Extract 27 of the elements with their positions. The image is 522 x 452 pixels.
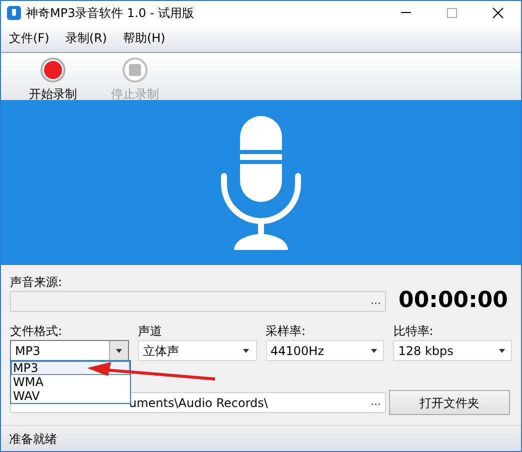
toolbar-button[interactable]: 开始录制	[29, 85, 77, 103]
window-title: 神奇MP3录音软件 1.0 - 试用版	[26, 4, 194, 22]
dropdown[interactable]: 立体声	[138, 340, 256, 361]
record-icon	[40, 57, 66, 83]
status-text: 准备就绪	[9, 430, 57, 448]
menu-item[interactable]: 帮助(H)	[122, 29, 166, 47]
open-folder-button[interactable]: 打开文件夹	[389, 390, 510, 415]
dropdown[interactable]: 44100Hz	[266, 340, 384, 361]
field-label: 比特率:	[393, 323, 434, 338]
field-label: 声道	[138, 323, 163, 338]
caret-icon	[370, 348, 377, 352]
field-label: 文件格式:	[10, 323, 64, 338]
caret-icon	[498, 348, 504, 352]
dropdown[interactable]: MP3	[10, 340, 129, 361]
timer: 00:00:00	[398, 290, 508, 312]
stop-icon	[122, 57, 148, 83]
field-label: 采样率:	[266, 323, 307, 338]
dropdown-option[interactable]: WMA	[11, 375, 130, 389]
app-icon	[7, 6, 21, 20]
dropdown-option[interactable]: WAV	[11, 389, 130, 403]
source-field[interactable]: ...	[10, 290, 386, 312]
menu-item[interactable]: 文件(F)	[9, 29, 50, 47]
dropdown[interactable]: 128 kbps	[393, 340, 512, 361]
caret-icon	[243, 348, 249, 352]
caret-icon	[116, 348, 122, 352]
field-label: 声音来源:	[10, 274, 64, 289]
menu-item[interactable]: 录制(R)	[65, 29, 107, 47]
